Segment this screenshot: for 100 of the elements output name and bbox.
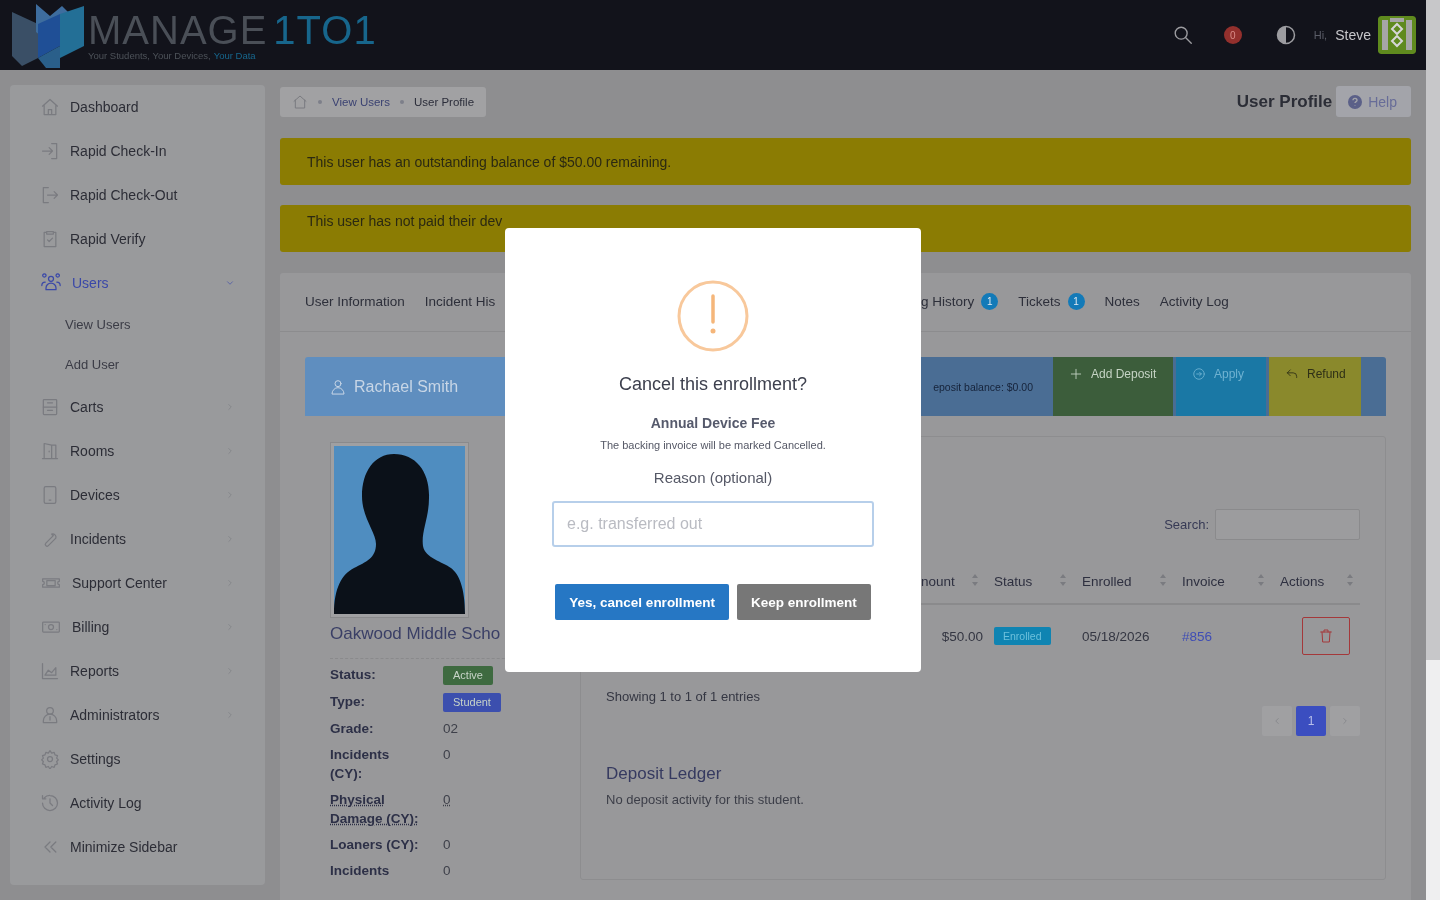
tab[interactable]: User Information — [305, 287, 405, 317]
logo-wordmark: MANAGE — [88, 9, 268, 50]
plus-icon — [1069, 367, 1083, 381]
invoice-link[interactable]: #856 — [1182, 628, 1213, 644]
cabinet-icon — [40, 397, 60, 417]
field-label: Incidents (CY): — [330, 746, 391, 783]
column-header[interactable]: Actions — [1271, 560, 1360, 605]
house-icon — [292, 93, 308, 110]
greeting: Hi, — [1313, 29, 1328, 41]
sort-icon — [971, 573, 979, 587]
breadcrumb-link[interactable]: View Users — [332, 95, 390, 108]
contrast-icon[interactable] — [1275, 25, 1296, 45]
sidebar-subitem[interactable]: Add User — [10, 345, 265, 385]
field-label: Type: — [330, 693, 366, 711]
count-badge: 1 — [981, 292, 999, 310]
logo-number: 1TO1 — [273, 9, 377, 50]
field-label: Physical Damage (CY): — [330, 791, 420, 828]
return-arrow-icon — [1285, 367, 1299, 381]
column-header[interactable]: Status — [985, 560, 1073, 605]
page-title: User Profile — [1236, 91, 1333, 112]
notification-badge[interactable]: 0 — [1223, 26, 1242, 44]
field-label: Grade: — [330, 720, 375, 738]
sidebar-item[interactable]: Incidents — [10, 517, 265, 561]
delete-button[interactable] — [1302, 617, 1350, 655]
table-info: Showing 1 to 1 of 1 entries — [606, 689, 761, 704]
cube-logo-icon — [10, 2, 86, 68]
section-title: Deposit Ledger — [606, 764, 723, 784]
action-button[interactable]: Add Deposit — [1053, 357, 1173, 416]
sidebar-item[interactable]: Rapid Check-Out — [10, 173, 265, 217]
field-value: 0 — [443, 837, 451, 852]
sidebar-item[interactable]: Rooms — [10, 429, 265, 473]
sidebar-item[interactable]: Administrators — [10, 693, 265, 737]
field-value: 0 — [443, 863, 451, 878]
deposit-balance: eposit balance: $0.00 — [933, 380, 1033, 393]
date-cell-text: 05/18/2026 — [1081, 627, 1151, 646]
user-full-name: Rachael Smith — [354, 377, 459, 396]
door-icon — [40, 441, 60, 461]
sidebar-item[interactable]: Carts — [10, 385, 265, 429]
scrollbar[interactable] — [1426, 0, 1440, 900]
sidebar-item[interactable]: Dashboard — [10, 85, 265, 129]
status-badge: Student — [443, 693, 501, 712]
warning-alert: This user has an outstanding balance of $50.00 remaining. — [280, 138, 1411, 185]
sidebar-item[interactable]: Rapid Check-In — [10, 129, 265, 173]
sidebar-item[interactable]: Settings — [10, 737, 265, 781]
house-icon — [40, 97, 60, 117]
avatar-icon[interactable] — [1378, 16, 1416, 54]
field-value: 02 — [443, 721, 459, 736]
tab[interactable]: g History 1 — [921, 287, 999, 317]
keep-button[interactable]: Keep enrollment — [736, 584, 871, 620]
logo-tagline-highlight: Your Data — [213, 50, 256, 61]
column-header[interactable]: Enrolled — [1073, 560, 1173, 605]
sidebar-item[interactable]: Minimize Sidebar — [10, 825, 265, 869]
page-button[interactable]: 1 — [1296, 706, 1326, 736]
field-label: Incidents — [330, 862, 391, 880]
arrow-circle-icon — [1192, 367, 1206, 381]
users-icon — [40, 273, 62, 293]
settings-icon — [40, 749, 60, 769]
sort-icon — [1059, 573, 1067, 587]
search-label: Search: — [1164, 517, 1209, 532]
tab[interactable]: Incident His — [424, 287, 496, 317]
sidebar-item[interactable]: Support Center — [10, 561, 265, 605]
field-value: 0 — [443, 792, 451, 807]
fee-name: Annual Device Fee — [650, 415, 776, 431]
chart-icon — [40, 661, 60, 681]
tab[interactable]: Tickets 1 — [1018, 287, 1085, 317]
sidebar-item[interactable]: Reports — [10, 649, 265, 693]
sidebar-item[interactable]: Devices — [10, 473, 265, 517]
tab[interactable]: Activity Log — [1159, 287, 1229, 317]
user-icon — [330, 378, 346, 395]
status-badge: Enrolled — [994, 627, 1051, 645]
sidebar-item[interactable]: Rapid Verify — [10, 217, 265, 261]
status-badge: Active — [443, 666, 493, 685]
dialog-note: The backing invoice will be marked Cancelled. — [600, 439, 826, 451]
warning-icon — [677, 280, 749, 352]
sign-out-icon — [40, 185, 60, 205]
amount-cell-text: $50.00 — [940, 627, 984, 646]
user-name[interactable]: Steve — [1335, 27, 1371, 43]
sidebar-item[interactable]: Activity Log — [10, 781, 265, 825]
tab[interactable]: Notes — [1104, 287, 1140, 317]
history-icon — [40, 793, 60, 813]
trash-icon — [1318, 628, 1334, 644]
sidebar-item[interactable]: Billing — [10, 605, 265, 649]
dialog-title: Cancel this enrollment? — [618, 374, 808, 395]
user-icon — [40, 705, 60, 725]
sign-in-icon — [40, 141, 60, 161]
count-badge: 1 — [1067, 292, 1085, 310]
field-value: 0 — [443, 747, 451, 762]
empty-message: No deposit activity for this student. — [606, 792, 805, 807]
breadcrumb-current: User Profile — [413, 95, 475, 108]
reason-field[interactable]: e.g. transferred out — [552, 501, 874, 547]
sort-icon — [1257, 573, 1265, 587]
school-name: Oakwood Middle Scho — [330, 624, 502, 644]
column-header[interactable]: Invoice — [1173, 560, 1271, 605]
confirm-button[interactable]: Yes, cancel enrollment — [555, 584, 729, 620]
scrollbar-thumb[interactable] — [1426, 0, 1440, 660]
question-icon — [1348, 94, 1363, 109]
sidebar-subitem[interactable]: View Users — [10, 305, 265, 345]
sidebar-item[interactable]: Users — [10, 261, 265, 305]
chevron-down-icon — [225, 278, 235, 288]
action-button[interactable]: Refund — [1269, 357, 1361, 416]
